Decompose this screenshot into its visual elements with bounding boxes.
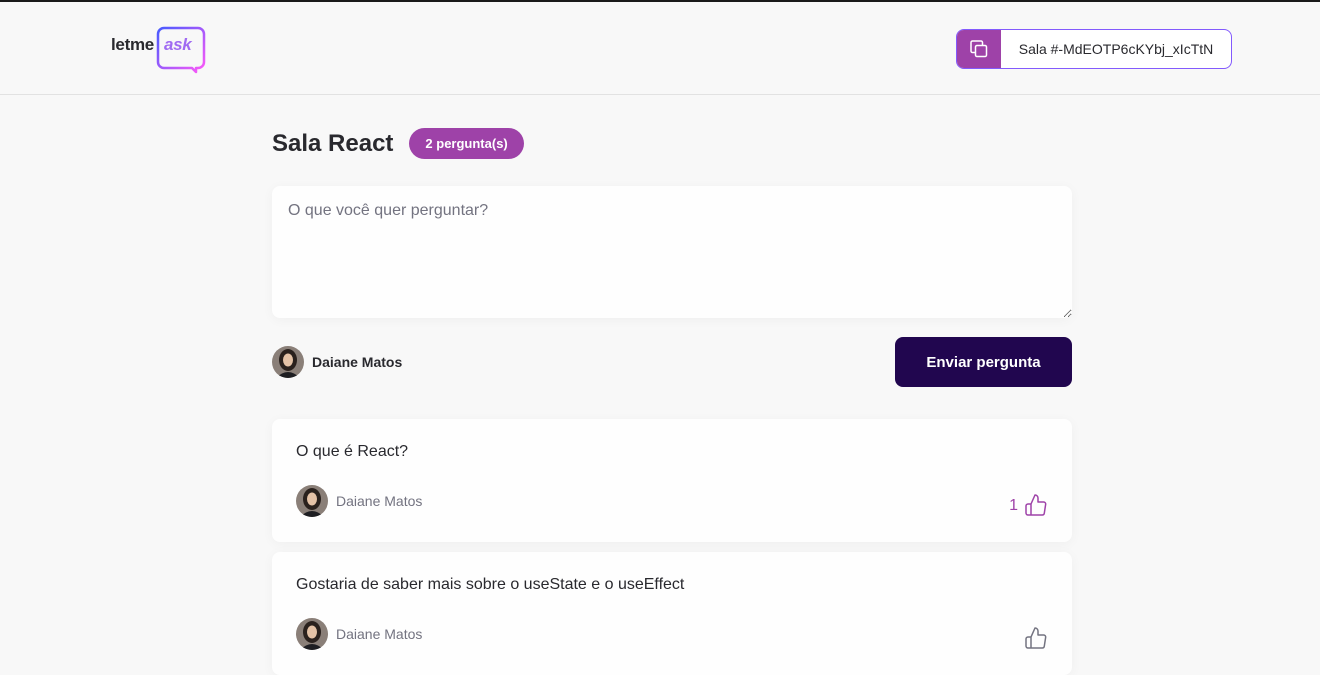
like-button[interactable] (1018, 618, 1048, 650)
author-avatar-icon (296, 485, 328, 517)
like-button[interactable]: 1 (1009, 485, 1048, 517)
question-footer: Daiane Matos (296, 618, 1048, 650)
avatar (272, 346, 304, 378)
question-card: O que é React? Daiane Matos 1 (272, 419, 1072, 542)
avatar (296, 618, 328, 650)
like-icon (1025, 627, 1047, 649)
room-title-row: Sala React 2 pergunta(s) (272, 128, 524, 159)
question-author-name: Daiane Matos (336, 626, 423, 642)
question-author-name: Daiane Matos (336, 493, 423, 509)
copy-icon-container[interactable] (957, 30, 1001, 68)
question-footer: Daiane Matos 1 (296, 485, 1048, 517)
question-author: Daiane Matos (296, 485, 422, 517)
form-footer: Daiane Matos Enviar pergunta (272, 337, 1072, 387)
question-card: Gostaria de saber mais sobre o useState … (272, 552, 1072, 675)
like-icon (1025, 494, 1047, 516)
avatar (296, 485, 328, 517)
question-count-badge: 2 pergunta(s) (409, 128, 524, 159)
question-content: Gostaria de saber mais sobre o useState … (296, 576, 685, 593)
current-user-name: Daiane Matos (312, 354, 403, 370)
room-code-copy-button[interactable]: Sala #-MdEOTP6cKYbj_xIcTtN (956, 29, 1232, 69)
user-avatar-icon (272, 346, 304, 378)
room-title: Sala React (272, 129, 394, 157)
question-author: Daiane Matos (296, 618, 422, 650)
question-content: O que é React? (296, 443, 409, 460)
author-avatar-icon (296, 618, 328, 650)
send-question-button[interactable]: Enviar pergunta (895, 337, 1072, 387)
page-header: letme ask Sala #-MdEOTP6cKYbj_xIcTtN (0, 2, 1320, 95)
like-count: 1 (1009, 497, 1018, 514)
logo-text-ask: ask (164, 35, 192, 54)
copy-icon (970, 40, 988, 58)
logo-text-letme: letme (111, 35, 154, 54)
room-code-label: Sala #-MdEOTP6cKYbj_xIcTtN (1018, 41, 1214, 57)
current-user-info: Daiane Matos (272, 346, 402, 378)
question-textarea[interactable] (272, 186, 1072, 318)
letmeask-logo: letme ask (111, 26, 207, 74)
